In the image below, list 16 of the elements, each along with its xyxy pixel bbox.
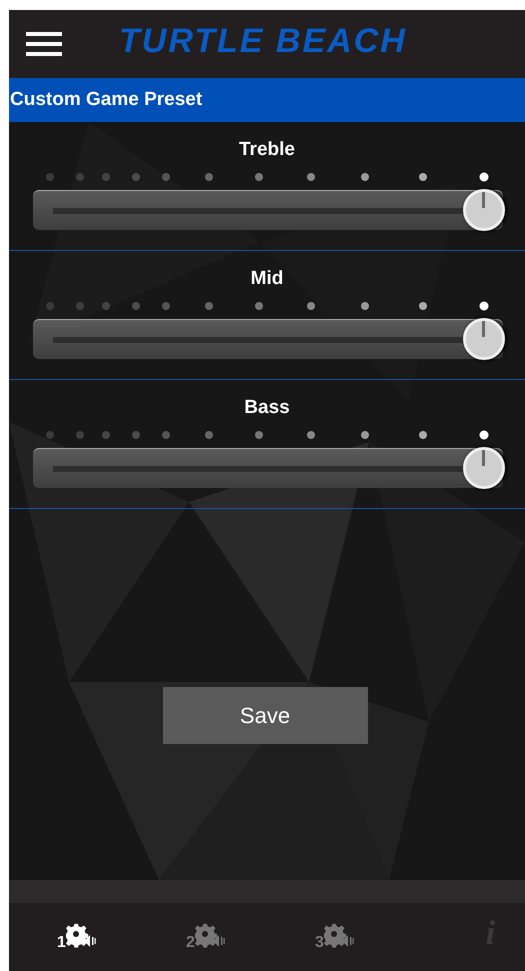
slider-label: Bass xyxy=(244,396,290,420)
slider-thumb[interactable] xyxy=(463,447,505,489)
slider-thumb[interactable] xyxy=(463,318,505,360)
menu-icon[interactable] xyxy=(26,32,62,56)
slider-label: Treble xyxy=(239,138,295,162)
page-title: Custom Game Preset xyxy=(9,78,525,122)
thumb-notch xyxy=(482,450,485,466)
slider-thumb[interactable] xyxy=(463,189,505,231)
preset-tab[interactable]: 3 xyxy=(267,917,396,957)
preset-tab[interactable]: 2 xyxy=(138,917,267,957)
thumb-notch xyxy=(482,192,485,208)
save-button[interactable]: Save xyxy=(162,687,368,744)
thumb-notch xyxy=(482,321,485,337)
preset-tab[interactable]: 1 xyxy=(9,917,138,957)
logo: TURTLE BEACH xyxy=(119,24,407,58)
slider-label: Mid xyxy=(250,267,284,291)
